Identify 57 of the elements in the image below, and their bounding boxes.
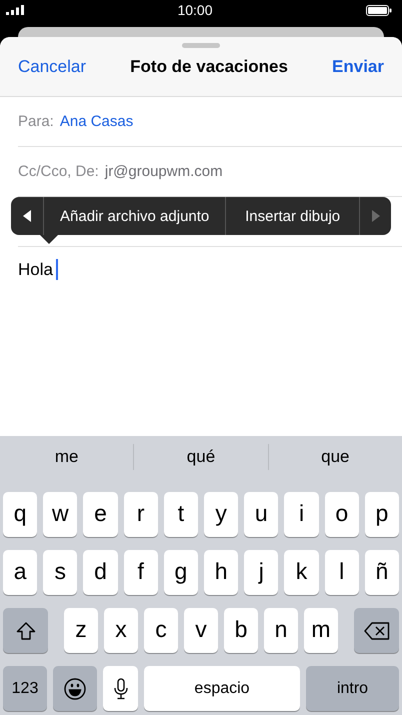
dictation-key[interactable]	[103, 666, 138, 711]
letter-key[interactable]: x	[104, 608, 138, 653]
letter-key[interactable]: r	[124, 492, 158, 537]
right-triangle-icon	[371, 210, 380, 222]
field-label: Para:	[18, 113, 54, 130]
letter-key[interactable]: m	[304, 608, 338, 653]
left-triangle-icon	[22, 210, 32, 222]
letter-key[interactable]: k	[284, 550, 319, 595]
space-key[interactable]: espacio	[144, 666, 300, 711]
letter-key[interactable]: y	[204, 492, 238, 537]
return-key[interactable]: intro	[306, 666, 399, 711]
letter-key[interactable]: l	[324, 550, 359, 595]
letter-key[interactable]: j	[244, 550, 278, 595]
letter-key[interactable]: f	[124, 550, 158, 595]
backspace-icon	[364, 622, 390, 640]
letter-key[interactable]: v	[184, 608, 218, 653]
letter-key[interactable]: a	[3, 550, 38, 595]
letter-key[interactable]: h	[204, 550, 238, 595]
numbers-key[interactable]: 123	[3, 666, 47, 711]
letter-key[interactable]: w	[43, 492, 78, 537]
shift-icon	[16, 622, 36, 640]
delete-key[interactable]	[354, 608, 399, 653]
letter-key[interactable]: d	[83, 550, 118, 595]
message-title: Foto de vacaciones	[130, 57, 288, 77]
letter-key[interactable]: i	[284, 492, 319, 537]
letter-key[interactable]: c	[144, 608, 178, 653]
grab-handle[interactable]	[182, 43, 220, 48]
letter-key[interactable]: z	[64, 608, 98, 653]
word-suggestion[interactable]: que	[268, 447, 402, 467]
menu-item[interactable]: Insertar dibujo	[225, 197, 359, 235]
cancel-button[interactable]: Cancelar	[18, 57, 86, 77]
letter-key[interactable]: s	[43, 550, 78, 595]
status-time: 10:00	[177, 2, 213, 18]
letter-key[interactable]: b	[224, 608, 258, 653]
letter-key[interactable]: ñ	[364, 550, 400, 595]
signal-icon	[6, 5, 24, 15]
recipient-name[interactable]: Ana Casas	[60, 113, 134, 130]
letter-key[interactable]: e	[83, 492, 118, 537]
microphone-icon	[114, 678, 128, 700]
message-body[interactable]: Hola	[18, 260, 53, 280]
word-suggestion[interactable]: me	[0, 447, 134, 467]
battery-icon	[366, 4, 392, 16]
field-label: Cc/Cco, De:	[18, 163, 99, 180]
emoji-key[interactable]	[53, 666, 97, 711]
send-button[interactable]: Enviar	[332, 57, 384, 77]
letter-key[interactable]: g	[164, 550, 198, 595]
word-suggestion[interactable]: qué	[134, 447, 268, 467]
letter-key[interactable]: n	[264, 608, 298, 653]
letter-key[interactable]: p	[364, 492, 400, 537]
shift-key[interactable]	[3, 608, 48, 653]
letter-key[interactable]: u	[244, 492, 278, 537]
text-cursor	[56, 259, 58, 280]
letter-key[interactable]: q	[3, 492, 38, 537]
letter-key[interactable]: t	[164, 492, 198, 537]
smiley-icon	[64, 678, 86, 700]
sender-address[interactable]: jr@groupwm.com	[104, 163, 223, 180]
letter-key[interactable]: o	[324, 492, 359, 537]
